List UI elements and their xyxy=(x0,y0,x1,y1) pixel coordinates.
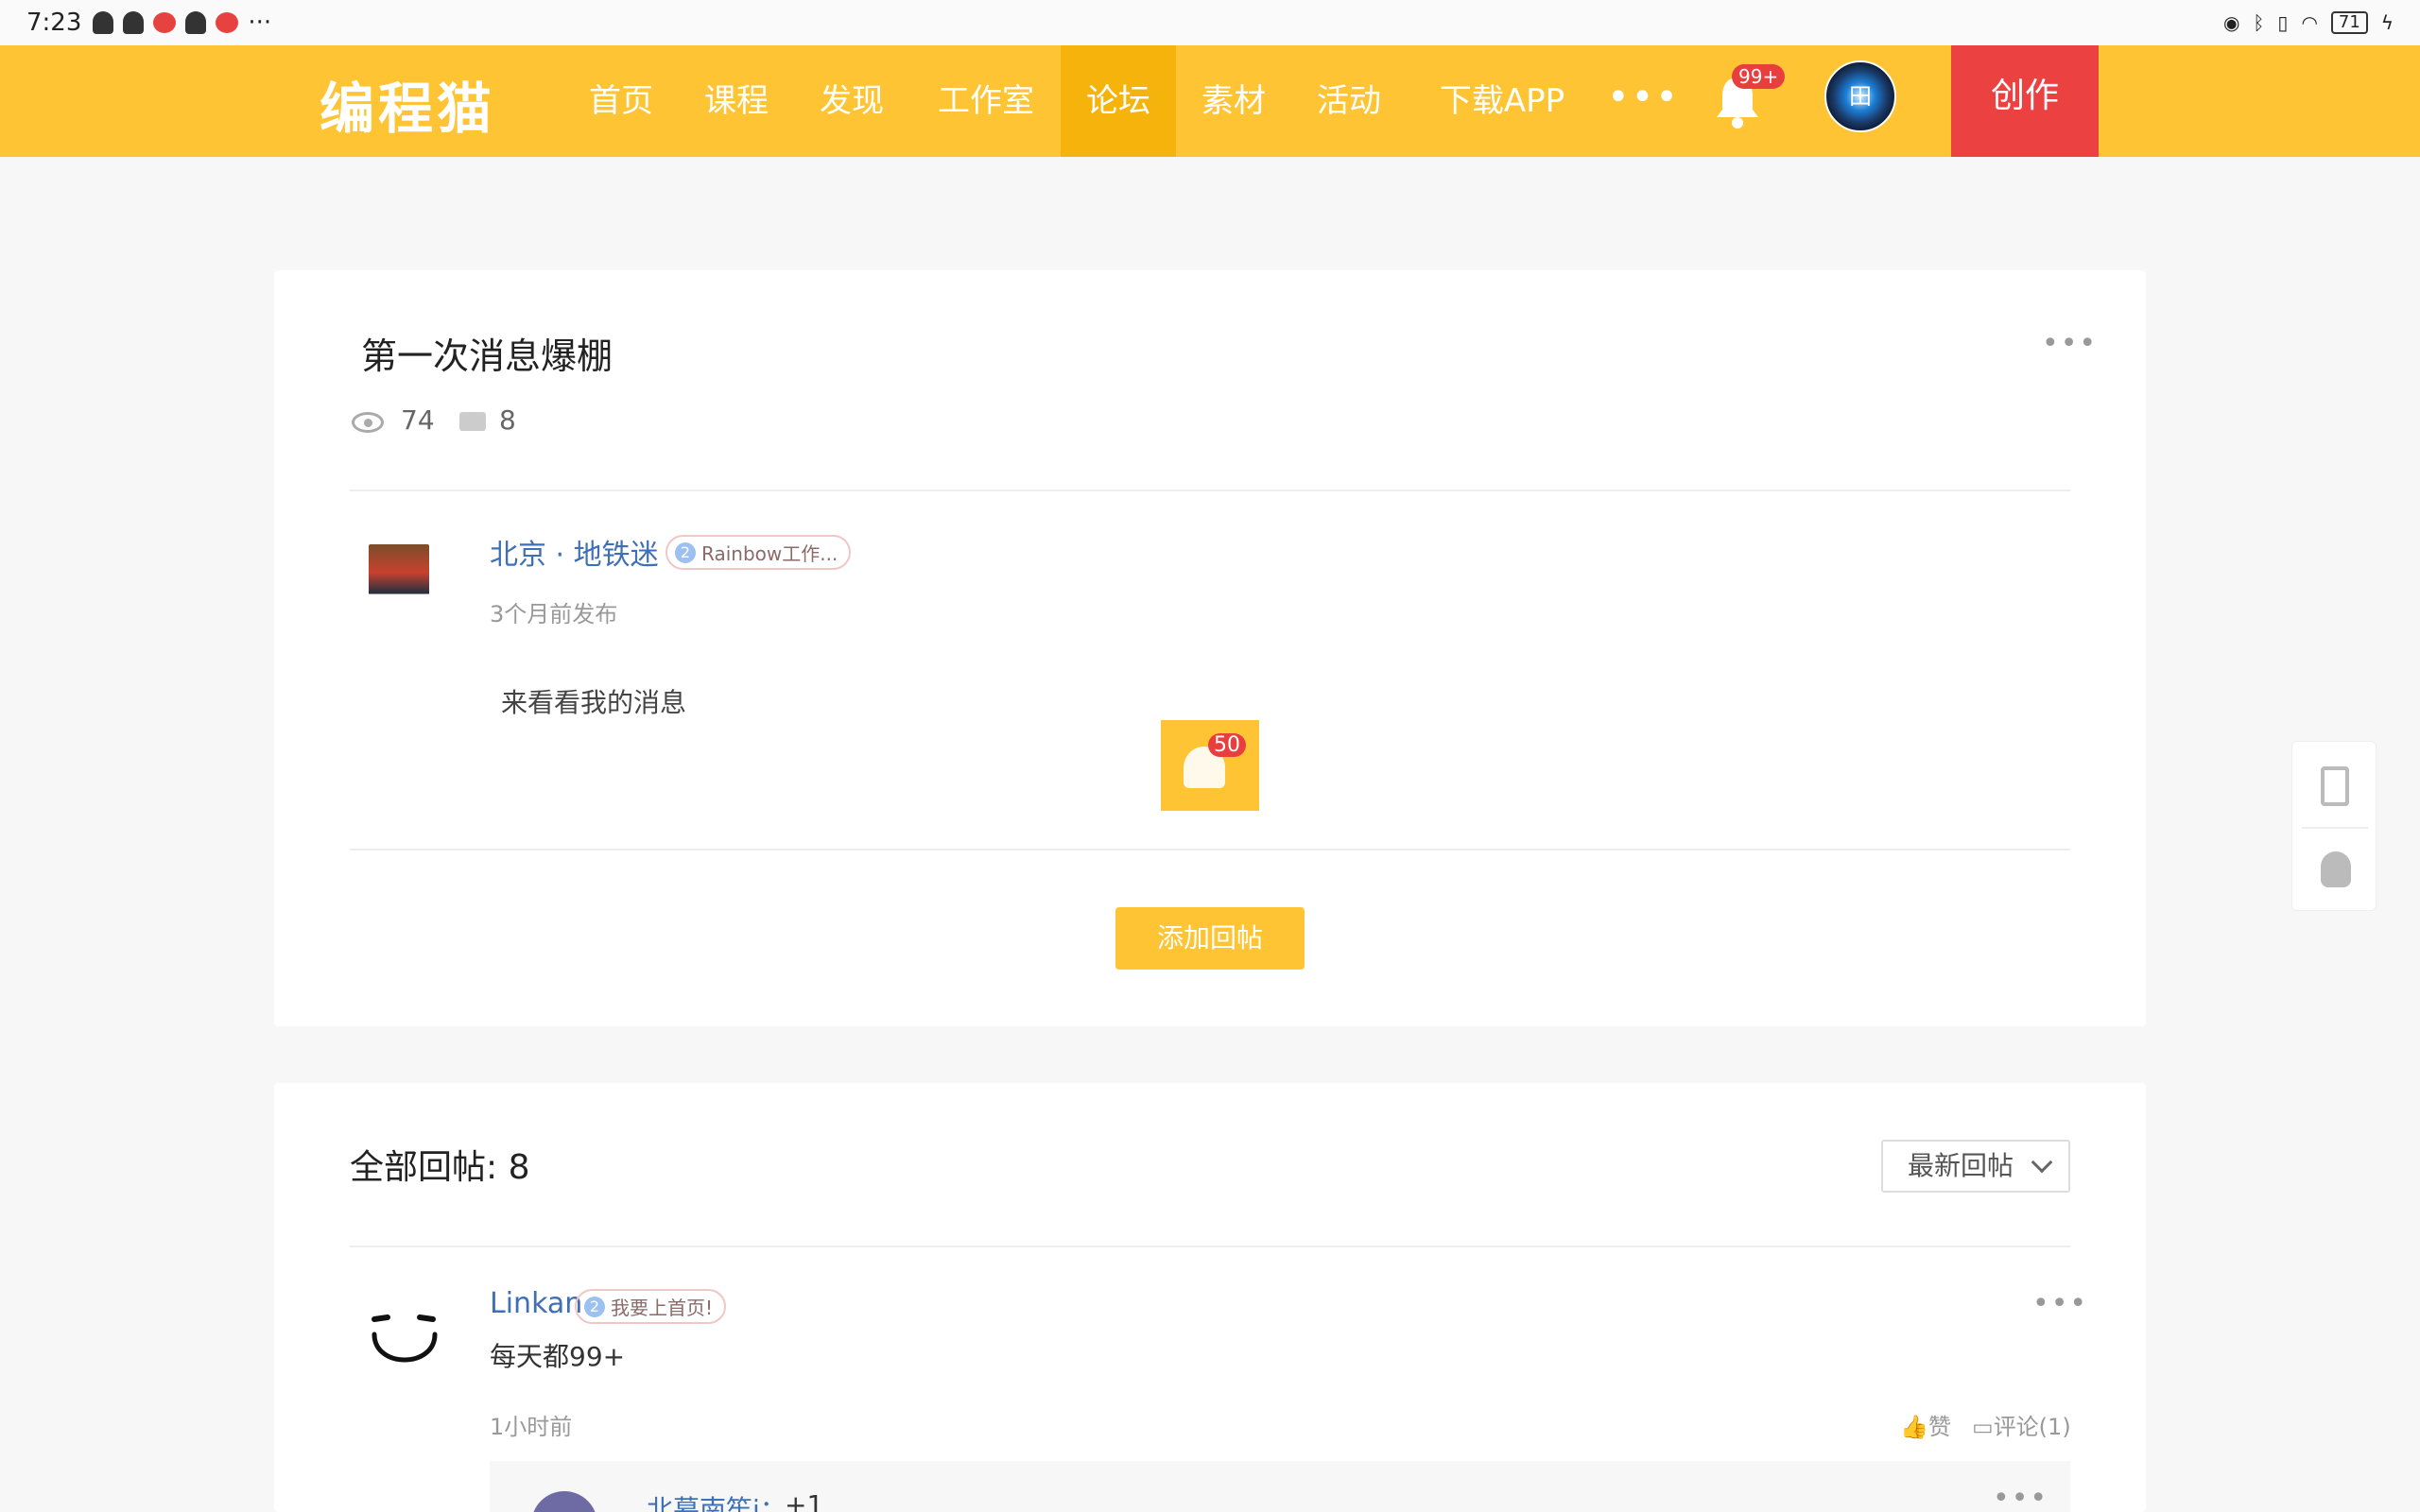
author-avatar[interactable] xyxy=(369,544,429,614)
nav-forum[interactable]: 论坛 xyxy=(1061,45,1176,157)
battery-icon: 71 xyxy=(2330,11,2368,34)
post-time: 3个月前发布 xyxy=(490,601,618,627)
sub-reply-author[interactable]: 北幕南笙i： xyxy=(647,1489,786,1512)
sub-reply: 北幕南笙i： +1 ••• xyxy=(490,1461,2070,1512)
nav-courses[interactable]: 课程 xyxy=(684,45,788,157)
nav-more-button[interactable]: ••• xyxy=(1607,45,1680,149)
qq-icon[interactable] xyxy=(2321,851,2351,887)
comment-button[interactable]: ▭评论(1) xyxy=(1972,1408,2071,1441)
reply-more-button[interactable]: ••• xyxy=(2032,1287,2088,1320)
nav-activities[interactable]: 活动 xyxy=(1297,45,1401,157)
qq-notification-icon xyxy=(185,11,207,34)
level-badge: 2 xyxy=(675,541,696,563)
replies-title: 全部回帖: 8 xyxy=(350,1148,530,1187)
comment-label: 评论(1) xyxy=(1993,1414,2071,1440)
replies-card: 全部回帖: 8 最新回帖 Linkan 2 我要上首页! ••• 每天都99+ … xyxy=(274,1083,2146,1512)
qq-notification-icon xyxy=(123,11,145,34)
reply-author-name[interactable]: Linkan xyxy=(490,1287,582,1320)
post-title: 第一次消息爆棚 xyxy=(361,335,614,377)
comment-count-icon xyxy=(459,412,486,431)
like-label: 赞 xyxy=(1927,1414,1951,1440)
weibo-notification-icon xyxy=(153,12,177,33)
eye-comfort-icon: ◉ xyxy=(2222,11,2240,34)
reply-tag-label: 我要上首页! xyxy=(611,1297,714,1319)
qq-notification-icon xyxy=(93,11,114,34)
view-count: 74 xyxy=(401,404,435,436)
post-card: 第一次消息爆棚 ••• 74 8 北京 · 地铁迷 2 Rainbow工作...… xyxy=(274,270,2146,1026)
weibo-notification-icon xyxy=(216,12,239,33)
user-avatar[interactable]: 田 xyxy=(1824,60,1896,132)
sub-reply-text: +1 xyxy=(785,1489,824,1512)
divider xyxy=(350,849,2070,850)
post-more-button[interactable]: ••• xyxy=(2042,327,2098,360)
nav-discover[interactable]: 发现 xyxy=(800,45,904,157)
mobile-app-icon[interactable] xyxy=(2321,766,2349,806)
divider xyxy=(350,490,2070,491)
reply-author-tag[interactable]: 2 我要上首页! xyxy=(575,1289,727,1324)
post-body: 来看看我的消息 xyxy=(501,687,687,718)
status-right-icons: ◉ ᛒ ▯ ◠ 71 ϟ xyxy=(2223,11,2394,34)
add-reply-button[interactable]: 添加回帖 xyxy=(1115,907,1305,970)
divider xyxy=(350,1246,2070,1247)
status-time: 7:23 xyxy=(26,9,82,37)
chevron-down-icon xyxy=(2031,1151,2053,1174)
vibrate-icon: ▯ xyxy=(2277,11,2289,34)
nav-studio[interactable]: 工作室 xyxy=(915,45,1057,157)
comment-count: 8 xyxy=(499,404,516,436)
wifi-icon: ◠ xyxy=(2301,11,2318,34)
message-count-badge: 50 xyxy=(1208,733,1246,757)
status-bar: 7:23 ··· ◉ ᛒ ▯ ◠ 71 ϟ xyxy=(0,0,2420,45)
author-tag-label: Rainbow工作... xyxy=(701,542,838,565)
sort-select[interactable]: 最新回帖 xyxy=(1881,1140,2070,1193)
sub-reply-more-button[interactable]: ••• xyxy=(1993,1482,2048,1512)
like-button[interactable]: 👍赞 xyxy=(1900,1408,1951,1441)
author-name[interactable]: 北京 · 地铁迷 xyxy=(490,531,659,573)
reply-avatar[interactable] xyxy=(367,1310,442,1395)
divider xyxy=(2302,827,2368,829)
site-logo[interactable]: 编程猫 xyxy=(320,64,495,144)
status-more: ··· xyxy=(248,9,272,37)
notification-count-badge: 99+ xyxy=(1732,64,1786,89)
sub-reply-avatar[interactable] xyxy=(531,1491,597,1512)
reply-text: 每天都99+ xyxy=(490,1341,626,1372)
views-icon xyxy=(352,412,384,433)
top-navbar: 编程猫 首页 课程 发现 工作室 论坛 素材 活动 下载APP ••• 99+ … xyxy=(0,45,2420,157)
nav-download-app[interactable]: 下载APP xyxy=(1422,45,1582,157)
charging-icon: ϟ xyxy=(2380,11,2394,34)
create-button[interactable]: 创作 xyxy=(1951,45,2099,157)
level-badge: 2 xyxy=(584,1296,605,1317)
post-image[interactable]: 50 xyxy=(1161,720,1259,811)
sort-label: 最新回帖 xyxy=(1908,1150,2014,1181)
reply-time: 1小时前 xyxy=(490,1414,573,1440)
floating-sidebar xyxy=(2291,741,2377,911)
nav-home[interactable]: 首页 xyxy=(569,45,673,157)
nav-materials[interactable]: 素材 xyxy=(1182,45,1286,157)
author-studio-tag[interactable]: 2 Rainbow工作... xyxy=(666,535,852,570)
bluetooth-icon: ᛒ xyxy=(2253,11,2265,34)
